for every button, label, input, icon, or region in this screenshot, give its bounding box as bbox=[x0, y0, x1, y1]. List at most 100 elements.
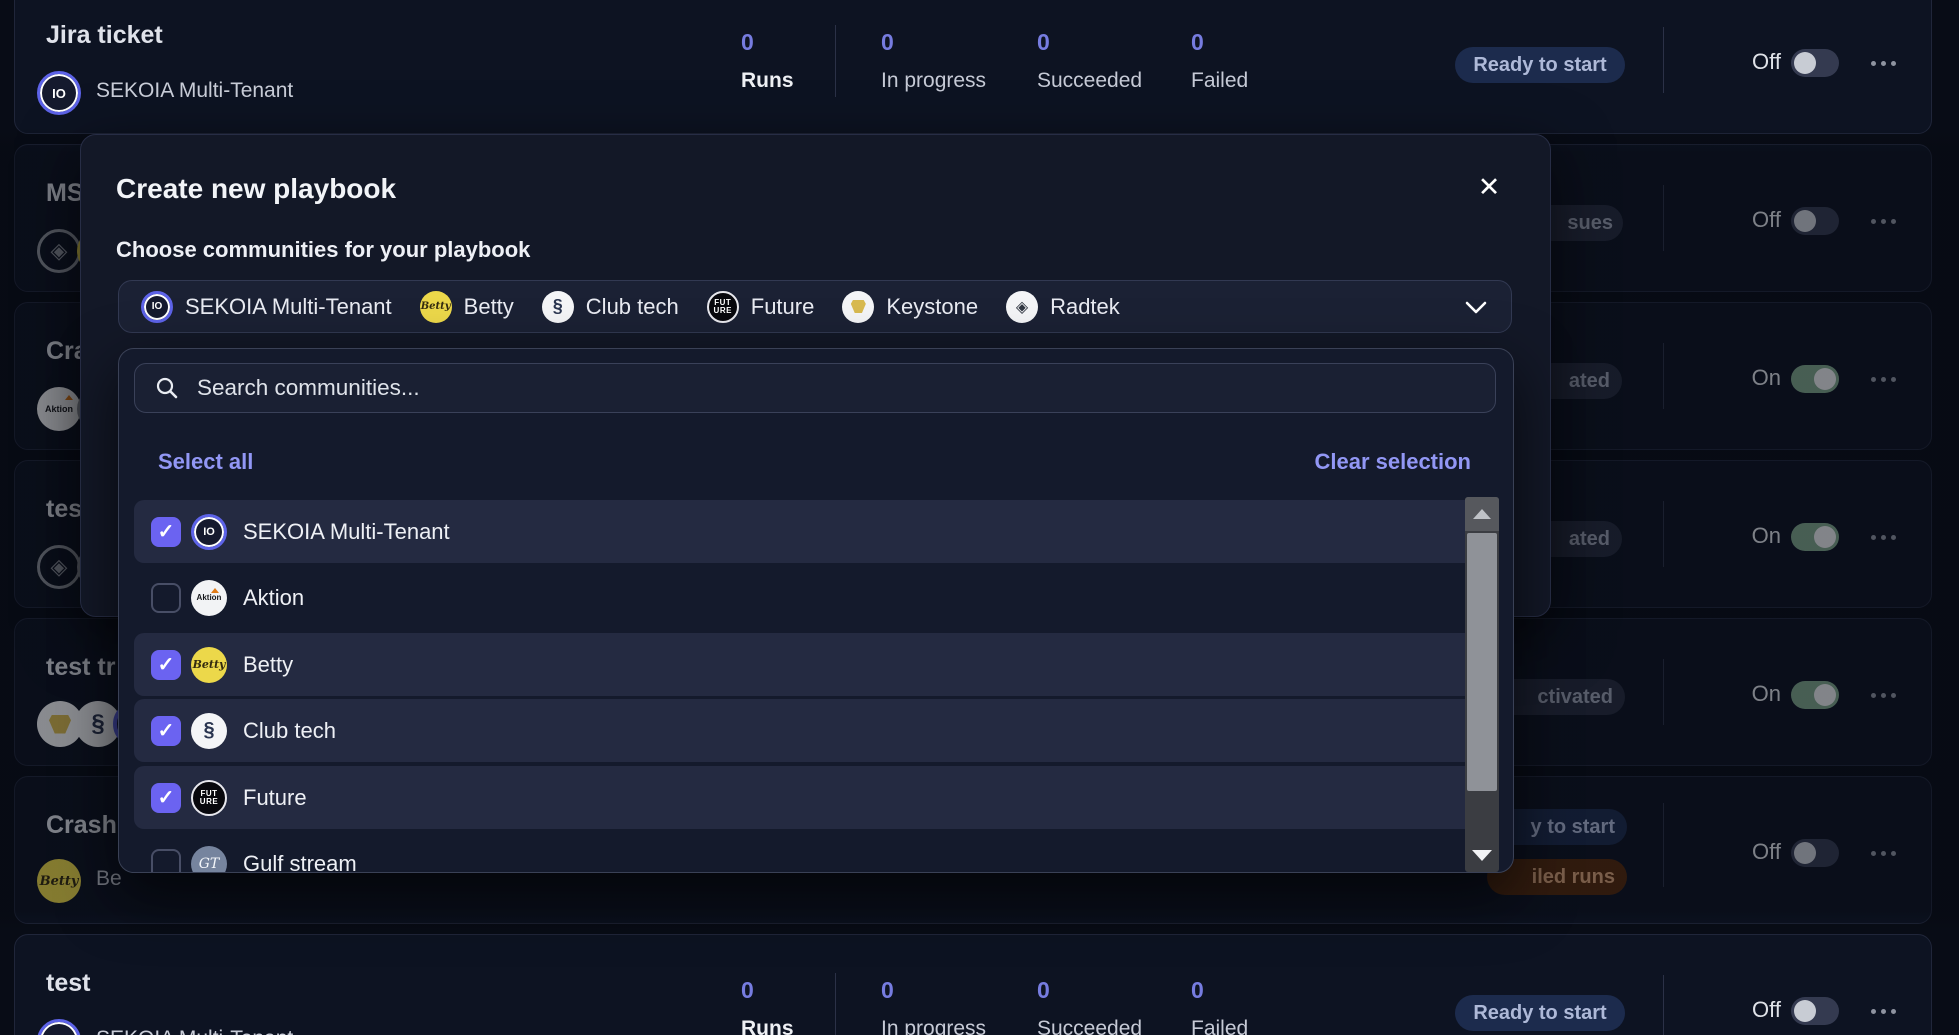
modal-subtitle: Choose communities for your playbook bbox=[116, 237, 530, 263]
activation-toggle[interactable] bbox=[1791, 681, 1839, 709]
status-badge-truncated: ctivated bbox=[1495, 679, 1625, 715]
playbook-title: tes bbox=[46, 495, 82, 524]
stat-inprogress-label: In progress bbox=[881, 69, 986, 93]
betty-avatar-icon: Betty bbox=[191, 647, 227, 683]
stat-runs-value: 0 bbox=[741, 977, 754, 1004]
club-tech-avatar-icon: § bbox=[542, 291, 574, 323]
chip-sekoia: IO SEKOIA Multi-Tenant bbox=[141, 291, 392, 323]
row-divider bbox=[1663, 803, 1664, 887]
toggle-knob bbox=[1814, 368, 1836, 390]
checkbox[interactable]: ✓ bbox=[151, 583, 181, 613]
community-name-truncated: Be bbox=[96, 867, 122, 891]
checkbox[interactable]: ✓ bbox=[151, 716, 181, 746]
stat-runs-label: Runs bbox=[741, 69, 794, 93]
toggle-label: Off bbox=[1715, 49, 1781, 75]
toggle-label: Off bbox=[1715, 207, 1781, 233]
community-option-betty[interactable]: ✓ Betty Betty bbox=[134, 633, 1499, 696]
row-divider bbox=[1663, 343, 1664, 409]
stat-succeeded-value: 0 bbox=[1037, 977, 1050, 1004]
scrollbar-thumb[interactable] bbox=[1467, 533, 1497, 791]
chip-keystone: Keystone bbox=[842, 291, 978, 323]
community-option-sekoia[interactable]: ✓ IO SEKOIA Multi-Tenant bbox=[134, 500, 1499, 563]
toggle-label: On bbox=[1715, 523, 1781, 549]
select-all-link[interactable]: Select all bbox=[158, 449, 253, 475]
future-avatar-icon: FUTURE bbox=[191, 780, 227, 816]
betty-avatar-icon: Betty bbox=[420, 291, 452, 323]
scrollbar[interactable] bbox=[1465, 497, 1499, 872]
checkbox[interactable]: ✓ bbox=[151, 849, 181, 874]
stat-succeeded-label: Succeeded bbox=[1037, 69, 1142, 93]
gulf-stream-avatar-icon: GT bbox=[191, 846, 227, 874]
more-menu-icon[interactable] bbox=[1871, 535, 1896, 540]
aktion-avatar-icon: Aktion bbox=[191, 580, 227, 616]
radtek-avatar-icon: ◈ bbox=[1006, 291, 1038, 323]
more-menu-icon[interactable] bbox=[1871, 693, 1896, 698]
app-root: Jira ticket IO SEKOIA Multi-Tenant 0 Run… bbox=[0, 0, 1959, 1035]
toggle-knob bbox=[1814, 526, 1836, 548]
activation-toggle[interactable] bbox=[1791, 523, 1839, 551]
more-menu-icon[interactable] bbox=[1871, 851, 1896, 856]
community-avatar-sekoia: IO bbox=[37, 71, 81, 115]
scroll-up-icon[interactable] bbox=[1465, 497, 1499, 531]
stats-divider bbox=[835, 25, 836, 97]
stat-inprogress-value: 0 bbox=[881, 977, 894, 1004]
activation-toggle[interactable] bbox=[1791, 207, 1839, 235]
playbook-title: Crash bbox=[46, 811, 117, 840]
toggle-label: Off bbox=[1715, 997, 1781, 1023]
chevron-down-icon[interactable] bbox=[1465, 301, 1487, 315]
community-option-gulf-stream[interactable]: ✓ GT Gulf stream bbox=[134, 832, 1499, 873]
search-field bbox=[134, 363, 1496, 413]
toggle-label: On bbox=[1715, 681, 1781, 707]
activation-toggle[interactable] bbox=[1791, 997, 1839, 1025]
toggle-label: On bbox=[1715, 365, 1781, 391]
communities-select-trigger[interactable]: IO SEKOIA Multi-Tenant Betty Betty § Clu… bbox=[118, 280, 1512, 333]
community-option-future[interactable]: ✓ FUTURE Future bbox=[134, 766, 1499, 829]
toggle-knob bbox=[1794, 52, 1816, 74]
activation-toggle[interactable] bbox=[1791, 365, 1839, 393]
activation-toggle[interactable] bbox=[1791, 49, 1839, 77]
stat-failed-label: Failed bbox=[1191, 69, 1248, 93]
chip-future: FUTURE Future bbox=[707, 291, 815, 323]
checkbox[interactable]: ✓ bbox=[151, 517, 181, 547]
stats-divider bbox=[835, 973, 836, 1035]
checkbox[interactable]: ✓ bbox=[151, 783, 181, 813]
more-menu-icon[interactable] bbox=[1871, 1009, 1896, 1014]
more-menu-icon[interactable] bbox=[1871, 377, 1896, 382]
row-divider bbox=[1663, 185, 1664, 251]
club-tech-avatar-icon: § bbox=[191, 713, 227, 749]
community-name: SEKOIA Multi-Tenant bbox=[96, 1027, 293, 1035]
activation-toggle[interactable] bbox=[1791, 839, 1839, 867]
playbook-row-jira-ticket[interactable]: Jira ticket IO SEKOIA Multi-Tenant 0 Run… bbox=[14, 0, 1932, 134]
more-menu-icon[interactable] bbox=[1871, 61, 1896, 66]
toggle-knob bbox=[1794, 842, 1816, 864]
stat-failed-label: Failed bbox=[1191, 1017, 1248, 1035]
checkbox[interactable]: ✓ bbox=[151, 650, 181, 680]
playbook-row-test[interactable]: test IO SEKOIA Multi-Tenant 0 Runs 0 In … bbox=[14, 934, 1932, 1035]
community-avatar-sekoia: IO bbox=[37, 1019, 81, 1035]
stat-failed-value: 0 bbox=[1191, 977, 1204, 1004]
toggle-knob bbox=[1794, 1000, 1816, 1022]
chip-betty: Betty Betty bbox=[420, 291, 514, 323]
stat-succeeded-label: Succeeded bbox=[1037, 1017, 1142, 1035]
community-avatar-betty: Betty bbox=[37, 859, 81, 903]
more-menu-icon[interactable] bbox=[1871, 219, 1896, 224]
row-divider bbox=[1663, 975, 1664, 1035]
community-option-aktion[interactable]: ✓ Aktion Aktion bbox=[134, 566, 1499, 629]
status-badge: Ready to start bbox=[1455, 995, 1625, 1031]
toggle-knob bbox=[1794, 210, 1816, 232]
future-avatar-icon: FUTURE bbox=[707, 291, 739, 323]
community-name: SEKOIA Multi-Tenant bbox=[96, 79, 293, 103]
search-input[interactable] bbox=[195, 374, 1475, 402]
community-option-club-tech[interactable]: ✓ § Club tech bbox=[134, 699, 1499, 762]
playbook-title: MS bbox=[46, 179, 84, 208]
close-icon[interactable]: ✕ bbox=[1467, 165, 1511, 209]
stat-runs-label: Runs bbox=[741, 1017, 794, 1035]
community-avatar-gray-logo: ◈ bbox=[37, 545, 81, 589]
clear-selection-link[interactable]: Clear selection bbox=[1314, 449, 1471, 475]
community-avatar-gray-logo: ◈ bbox=[37, 229, 81, 273]
stat-inprogress-value: 0 bbox=[881, 29, 894, 56]
scroll-down-icon[interactable] bbox=[1465, 840, 1499, 870]
communities-dropdown: Select all Clear selection ✓ IO SEKOIA M… bbox=[118, 348, 1514, 873]
stat-runs-value: 0 bbox=[741, 29, 754, 56]
sekoia-avatar-icon: IO bbox=[191, 514, 227, 550]
